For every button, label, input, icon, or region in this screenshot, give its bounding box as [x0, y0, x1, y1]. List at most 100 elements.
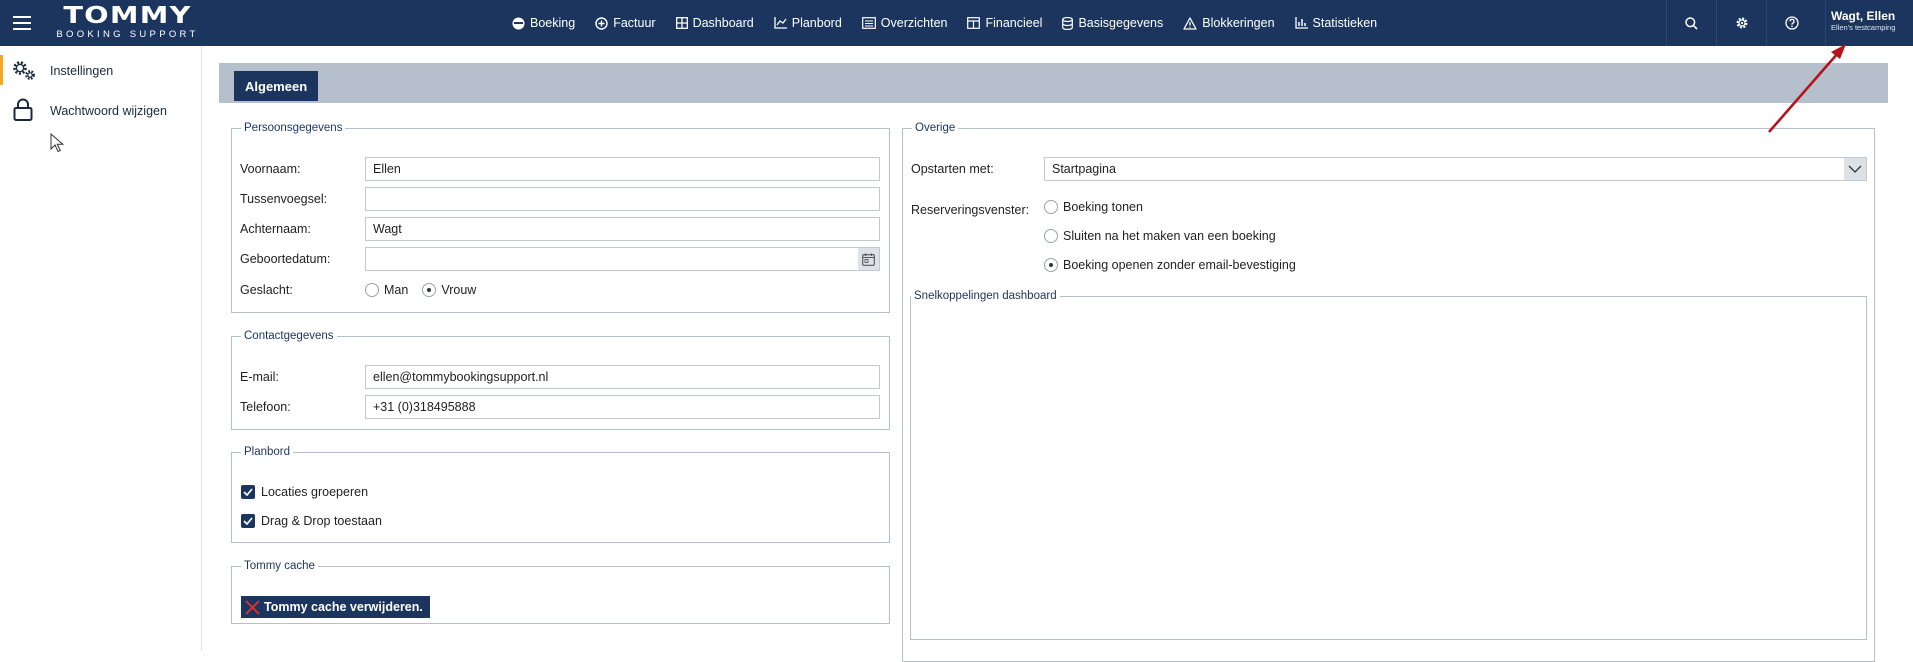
lock-icon	[13, 98, 33, 121]
mouse-cursor-icon	[50, 133, 64, 153]
nav-blokkeringen[interactable]: Blokkeringen	[1183, 16, 1275, 30]
email-field[interactable]: ellen@tommybookingsupport.nl	[365, 365, 880, 389]
reservation-option-close-radio[interactable]: Sluiten na het maken van een boeking	[1044, 229, 1276, 243]
cache-section: Tommy cache Tommy cache verwijderen.	[231, 560, 890, 624]
search-button[interactable]	[1666, 0, 1716, 46]
tab-algemeen[interactable]: Algemeen	[234, 71, 319, 101]
first-name-field[interactable]: Ellen	[365, 157, 880, 181]
planbord-section: Planbord Locaties groeperen Drag & Drop …	[231, 446, 890, 543]
phone-field[interactable]: +31 (0)318495888	[365, 395, 880, 419]
drag-drop-checkbox[interactable]: Drag & Drop toestaan	[241, 514, 382, 528]
sidebar-item-instellingen[interactable]: Instellingen	[0, 51, 201, 91]
radio-label: Man	[384, 283, 409, 297]
birthdate-field[interactable]	[365, 247, 880, 271]
radio-dot	[365, 283, 379, 297]
radio-label: Boeking tonen	[1063, 200, 1143, 214]
email-label: E-mail:	[240, 370, 279, 384]
chart-icon	[774, 17, 787, 29]
user-menu[interactable]: Wagt, Ellen Ellen's testcamping	[1825, 0, 1913, 46]
nav-factuur[interactable]: Factuur	[595, 16, 656, 30]
nav-financieel[interactable]: Financieel	[967, 16, 1042, 30]
chevron-down-icon	[1844, 158, 1866, 180]
nav-label: Boeking	[530, 16, 576, 30]
nav-dashboard[interactable]: Dashboard	[675, 16, 754, 30]
checkbox-label: Locaties groeperen	[261, 485, 369, 499]
last-name-label: Achternaam:	[240, 222, 311, 236]
logo-sub-text: BOOKING SUPPORT	[56, 29, 199, 40]
nav-label: Dashboard	[692, 16, 754, 30]
gender-label: Geslacht:	[240, 283, 293, 297]
nav-overzichten[interactable]: Overzichten	[861, 16, 948, 30]
hamburger-menu-icon[interactable]	[13, 13, 31, 33]
infix-field[interactable]	[365, 187, 880, 211]
sidebar-item-label: Wachtwoord wijzigen	[50, 104, 167, 118]
start-page-select[interactable]: Startpagina	[1044, 157, 1867, 181]
checkbox-checked	[241, 485, 255, 499]
nav-statistieken[interactable]: Statistieken	[1294, 16, 1378, 30]
settings-button[interactable]	[1716, 0, 1766, 46]
clear-cache-button[interactable]: Tommy cache verwijderen.	[241, 596, 430, 618]
logo-main-text: TOMMY	[63, 3, 192, 29]
check-icon	[243, 517, 253, 525]
user-name: Wagt, Ellen	[1831, 9, 1896, 23]
start-label: Opstarten met:	[911, 162, 994, 176]
checkbox-label: Drag & Drop toestaan	[261, 514, 382, 528]
section-legend: Contactgegevens	[244, 330, 334, 342]
nav-label: Overzichten	[880, 16, 948, 30]
sidebar-item-wachtwoord[interactable]: Wachtwoord wijzigen	[0, 91, 201, 131]
warning-icon	[1183, 16, 1197, 30]
birthdate-label: Geboortedatum:	[240, 252, 331, 266]
nav-label: Statistieken	[1312, 16, 1378, 30]
select-value: Startpagina	[1052, 162, 1116, 176]
infix-label: Tussenvoegsel:	[240, 192, 328, 206]
radio-label: Boeking openen zonder email-bevestiging	[1063, 258, 1296, 272]
nav-label: Basisgegevens	[1078, 16, 1164, 30]
group-locations-checkbox[interactable]: Locaties groeperen	[241, 485, 368, 499]
nav-label: Planbord	[791, 16, 842, 30]
top-navigation-bar: TOMMY BOOKING SUPPORT Boeking Factuur Da…	[0, 0, 1913, 46]
nav-label: Blokkeringen	[1202, 16, 1275, 30]
sidebar: Instellingen Wachtwoord wijzigen	[0, 46, 202, 651]
nav-boeking[interactable]: Boeking	[512, 16, 575, 30]
radio-dot-selected	[1044, 258, 1058, 272]
section-legend: Overige	[915, 122, 956, 134]
other-section: Overige Opstarten met: Startpagina Reser…	[902, 122, 1875, 662]
search-icon	[1685, 16, 1698, 30]
plus-circle-icon	[595, 16, 608, 30]
reservation-option-show-radio[interactable]: Boeking tonen	[1044, 200, 1143, 214]
help-button[interactable]	[1766, 0, 1816, 46]
nav-label: Financieel	[985, 16, 1043, 30]
logo[interactable]: TOMMY BOOKING SUPPORT	[56, 5, 199, 41]
list-icon	[861, 17, 876, 29]
bar-chart-icon	[1294, 17, 1308, 29]
section-legend: Snelkoppelingen dashboard	[914, 290, 1057, 302]
personal-details-section: Persoonsgegevens Voornaam: Ellen Tussenv…	[231, 122, 890, 313]
radio-dot-selected	[422, 283, 437, 297]
calendar-icon	[862, 253, 875, 266]
first-name-label: Voornaam:	[240, 162, 301, 176]
checkbox-checked	[241, 514, 255, 528]
booking-icon	[512, 17, 525, 29]
reservation-option-open-radio[interactable]: Boeking openen zonder email-bevestiging	[1044, 258, 1296, 272]
check-icon	[243, 488, 253, 496]
nav-label: Factuur	[613, 16, 656, 30]
section-legend: Planbord	[244, 446, 291, 458]
close-icon	[245, 599, 260, 615]
reservation-label: Reserveringsvenster:	[911, 203, 1030, 217]
section-legend: Tommy cache	[244, 560, 315, 572]
gender-female-radio[interactable]: Vrouw	[422, 283, 476, 297]
nav-planbord[interactable]: Planbord	[774, 16, 842, 30]
datepicker-button[interactable]	[858, 248, 879, 270]
nav-basisgegevens[interactable]: Basisgegevens	[1062, 16, 1163, 30]
table-icon	[967, 17, 981, 29]
radio-label: Sluiten na het maken van een boeking	[1063, 229, 1276, 243]
database-icon	[1062, 16, 1074, 30]
dashboard-icon	[675, 17, 688, 29]
sidebar-item-label: Instellingen	[50, 64, 114, 78]
last-name-field[interactable]: Wagt	[365, 217, 880, 241]
radio-dot	[1044, 200, 1058, 214]
user-location: Ellen's testcamping	[1831, 23, 1896, 32]
radio-label: Vrouw	[441, 283, 477, 297]
gear-icon	[1735, 17, 1748, 29]
gender-male-radio[interactable]: Man	[365, 283, 408, 297]
